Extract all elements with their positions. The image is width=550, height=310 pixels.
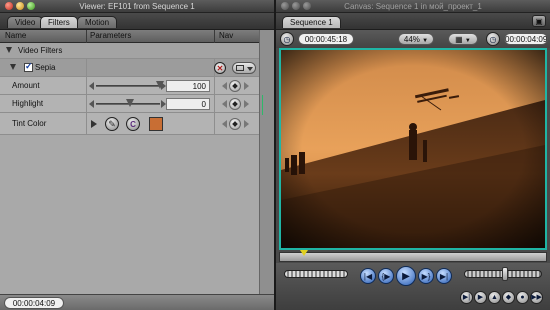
add-keyframe-button[interactable] — [229, 118, 241, 130]
tab-motion[interactable]: Motion — [77, 16, 118, 28]
previous-keyframe-icon[interactable] — [222, 120, 227, 128]
chevron-down-icon: ▼ — [464, 38, 471, 44]
add-keyframe-button[interactable]: ◆ — [502, 291, 515, 304]
highlight-slider-thumb[interactable] — [126, 99, 134, 107]
expand-color-triangle-icon[interactable] — [91, 120, 97, 128]
canvas-scrubber-bar[interactable] — [279, 250, 547, 262]
match-frame-button[interactable]: ● — [516, 291, 529, 304]
canvas-title: Canvas: Sequence 1 in мой_проект_1 — [344, 2, 482, 11]
column-name[interactable]: Name — [5, 31, 26, 40]
view-mode-icon: ▦ — [455, 35, 463, 44]
disclosure-triangle-icon[interactable] — [10, 64, 16, 70]
parameters-empty-area — [0, 135, 259, 294]
chevron-down-icon: ▼ — [422, 38, 429, 44]
tab-video[interactable]: Video — [7, 16, 44, 28]
color-wheel-icon: C — [130, 120, 136, 129]
tint-color-param-row: Tint Color ✎ C — [0, 113, 259, 135]
sequence-options-button[interactable]: ▣ — [532, 15, 546, 27]
viewer-title: Viewer: EF101 from Sequence 1 — [79, 2, 195, 11]
column-parameters[interactable]: Parameters — [90, 31, 131, 40]
transport-bar: |◀ {▶ ▶ ▶} ▶| ▶| ▶ ▲ ◆ ● ▶▶ — [276, 263, 550, 310]
close-window-icon[interactable] — [281, 2, 289, 10]
check-icon: ✓ — [25, 61, 33, 71]
filter-name: Sepia — [35, 63, 56, 72]
zoom-level: 44% — [403, 35, 420, 44]
play-in-to-out-button[interactable]: {▶ — [378, 268, 394, 284]
minimize-window-icon[interactable] — [292, 2, 300, 10]
next-keyframe-icon[interactable] — [244, 120, 249, 128]
minimize-window-icon[interactable] — [16, 2, 24, 10]
canvas-video-frame[interactable] — [279, 48, 547, 250]
amount-slider-track[interactable] — [96, 85, 160, 87]
viewer-tabbar: Video Filters Motion — [0, 13, 274, 30]
add-keyframe-button[interactable] — [229, 80, 241, 92]
slider-decrease-icon[interactable] — [89, 100, 94, 108]
video-frame-image — [281, 50, 545, 248]
highlight-value-field[interactable]: 0 — [166, 98, 210, 110]
keyframe-menu-button[interactable] — [232, 62, 256, 74]
close-window-icon[interactable] — [5, 2, 13, 10]
viewer-timecode-field[interactable]: 00:00:04:09 — [4, 297, 64, 309]
eyedropper-icon: ✎ — [108, 119, 116, 129]
tint-color-swatch[interactable] — [149, 117, 163, 131]
keyframe-marker-line — [262, 95, 263, 115]
next-keyframe-icon[interactable] — [244, 100, 249, 108]
previous-keyframe-icon[interactable] — [222, 100, 227, 108]
playhead[interactable] — [300, 250, 309, 256]
canvas-tabbar: Sequence 1 ▣ — [276, 13, 550, 30]
current-timecode-field[interactable]: 00:00:04:09 — [504, 33, 548, 45]
sepia-filter-row[interactable]: ✓ Sepia ✕ — [0, 59, 259, 77]
viewer-titlebar: Viewer: EF101 from Sequence 1 — [0, 0, 274, 13]
tab-sequence[interactable]: Sequence 1 — [282, 16, 341, 28]
highlight-param-row: Highlight 0 — [0, 95, 259, 113]
play-button[interactable]: ▶ — [396, 266, 416, 286]
previous-keyframe-icon[interactable] — [222, 82, 227, 90]
chevron-down-icon — [247, 67, 253, 71]
reset-filter-button[interactable]: ✕ — [214, 62, 226, 74]
canvas-window: Canvas: Sequence 1 in мой_проект_1 Seque… — [276, 0, 550, 310]
parameters-header: Name Parameters Nav — [0, 30, 259, 43]
keyframe-graph-strip — [259, 30, 274, 294]
zoom-window-icon[interactable] — [303, 2, 311, 10]
canvas-toolbar: ◷ 00:00:45:18 44% ▼ ▦ ▼ ◷ 00:00:04:09 — [276, 30, 550, 48]
go-to-next-edit-button[interactable]: ▶| — [436, 268, 452, 284]
viewer-bottom-bar: 00:00:04:09 — [0, 294, 274, 310]
keyframe-menu-icon — [236, 65, 244, 71]
canvas-titlebar: Canvas: Sequence 1 in мой_проект_1 — [276, 0, 550, 13]
replace-edit-button[interactable]: ▶▶ — [530, 291, 543, 304]
video-filters-label: Video Filters — [18, 46, 63, 55]
add-keyframe-button[interactable] — [229, 98, 241, 110]
column-nav[interactable]: Nav — [219, 31, 233, 40]
param-label-tint-color: Tint Color — [12, 119, 47, 128]
insert-edit-button[interactable]: ▶| — [460, 291, 473, 304]
viewer-window: Viewer: EF101 from Sequence 1 Video Filt… — [0, 0, 274, 310]
disclosure-triangle-icon[interactable] — [6, 47, 12, 53]
tab-filters[interactable]: Filters — [40, 16, 78, 28]
color-picker-button[interactable]: C — [126, 117, 140, 131]
video-filters-group-row[interactable]: Video Filters — [0, 43, 259, 59]
amount-param-row: Amount 100 — [0, 77, 259, 95]
eyedropper-button[interactable]: ✎ — [105, 117, 119, 131]
param-label-amount: Amount — [12, 81, 40, 90]
amount-value-field[interactable]: 100 — [166, 80, 210, 92]
current-time-clock-icon: ◷ — [486, 32, 500, 46]
overwrite-edit-button[interactable]: ▶ — [474, 291, 487, 304]
zoom-popup[interactable]: 44% ▼ — [398, 33, 434, 45]
zoom-window-icon[interactable] — [27, 2, 35, 10]
shuttle-control[interactable] — [284, 270, 348, 278]
go-to-previous-edit-button[interactable]: |◀ — [360, 268, 376, 284]
duration-clock-icon: ◷ — [280, 32, 294, 46]
play-around-current-button[interactable]: ▶} — [418, 268, 434, 284]
monitor-icon: ▣ — [535, 17, 543, 26]
next-keyframe-icon[interactable] — [244, 82, 249, 90]
view-options-popup[interactable]: ▦ ▼ — [448, 33, 478, 45]
add-marker-button[interactable]: ▲ — [488, 291, 501, 304]
jog-thumb[interactable] — [502, 267, 508, 281]
slider-decrease-icon[interactable] — [89, 82, 94, 90]
sequence-duration-field[interactable]: 00:00:45:18 — [298, 33, 354, 45]
param-label-highlight: Highlight — [12, 99, 44, 108]
